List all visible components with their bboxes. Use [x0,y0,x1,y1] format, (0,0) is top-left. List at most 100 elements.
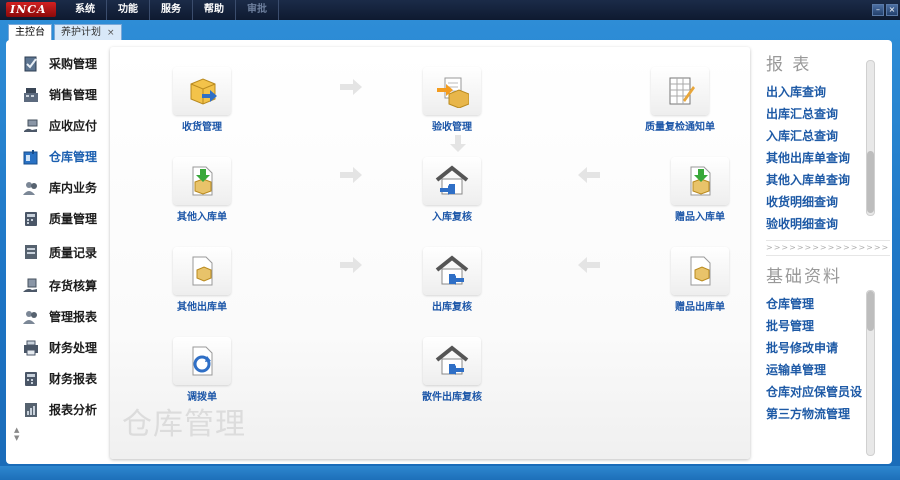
doc-out-icon [192,256,213,286]
transfer-button[interactable]: 调拨单 [152,337,252,403]
arrow-right-icon [340,167,362,183]
reports-scrollbar[interactable] [866,60,875,216]
status-bar [0,466,900,480]
gift-inbound-button[interactable]: 赠品入库单 [650,157,750,223]
arrow-down-icon [450,135,466,152]
scroll-up-icon[interactable]: ▲ [14,426,19,434]
tab-close-icon[interactable]: × [107,28,115,38]
sidebar-item-label: 财务报表 [49,372,98,386]
logo-text: INCA [10,3,47,16]
menu-bar: 系统 功能 服务 帮助 审批 [64,0,279,20]
scrollbar-thumb[interactable] [867,291,874,331]
basics-link[interactable]: 仓库对应保管员设 [766,381,872,403]
warehouse-lock-icon [23,149,38,164]
basics-link[interactable]: 批号修改申请 [766,337,872,359]
clipboard-check-icon [24,56,37,71]
tab-console[interactable]: 主控台 [8,24,52,41]
quality-recheck-notice-label: 质量复检通知单 [645,122,715,133]
sidebar-item-label: 质量管理 [49,212,98,226]
parts-outbound-review-label: 散件出库复核 [422,392,482,403]
menu-service[interactable]: 服务 [150,0,193,20]
finance-printer-icon [24,340,38,355]
tab-maintenance-plan[interactable]: 养护计划 × [54,24,122,41]
basics-title: 基础资料 [766,267,842,287]
box-arrow-icon [190,78,217,105]
scrollbar-thumb[interactable] [867,151,874,213]
arrow-right-icon [340,79,362,95]
money-hand-icon [24,119,38,132]
notice-sheet-icon [669,77,695,105]
outbound-review-button[interactable]: 出库复核 [402,247,502,313]
section-divider: >>>>>>>>>>>>>>>>>>>>>>> [766,240,890,256]
gift-inbound-label: 赠品入库单 [675,212,725,223]
sidebar-item-report-analysis[interactable]: 报表分析 [14,394,110,425]
sidebar-item-receivable-payable[interactable]: 应收应付 [14,110,110,141]
sidebar-item-label: 报表分析 [49,403,98,417]
receiving-button[interactable]: 收货管理 [152,67,252,133]
menu-system[interactable]: 系统 [64,0,107,20]
house-parts-icon [435,345,469,375]
report-link[interactable]: 验收明细查询 [766,213,884,235]
basics-link[interactable]: 第三方物流管理 [766,403,872,425]
sidebar-item-management-report[interactable]: 管理报表 [14,301,110,332]
sidebar-item-quality[interactable]: 质量管理 [14,203,110,234]
basics-link[interactable]: 仓库管理 [766,293,872,315]
basics-scrollbar[interactable] [866,290,875,456]
basics-link[interactable]: 运输单管理 [766,359,872,381]
sidebar-item-purchase[interactable]: 采购管理 [14,48,110,79]
quality-recheck-notice-button[interactable]: 质量复检通知单 [630,67,730,133]
other-outbound-button[interactable]: 其他出库单 [152,247,252,313]
sidebar-item-in-warehouse[interactable]: 库内业务 [14,172,110,203]
sidebar-item-label: 采购管理 [49,57,98,71]
minimize-button[interactable]: – [872,4,884,16]
arrow-left-icon [578,257,600,273]
close-button[interactable]: × [886,4,898,16]
sidebar-item-finance-report[interactable]: 财务报表 [14,363,110,394]
sidebar-item-sales[interactable]: 销售管理 [14,79,110,110]
cash-register-icon [24,87,38,102]
reports-title: 报 表 [766,55,812,75]
sidebar-item-label: 存货核算 [49,279,98,293]
menu-function[interactable]: 功能 [107,0,150,20]
finance-calculator-icon [25,371,37,386]
inbound-review-button[interactable]: 入库复核 [402,157,502,223]
warehouse-workflow-panel: 收货管理 验收管理 质量复检通知单 其他入库单 入库复核 赠品入库单 其他出库单 [110,47,750,459]
gift-in-icon [690,166,711,196]
inventory-hand-icon [23,278,37,292]
receiving-label: 收货管理 [182,122,222,133]
sidebar-item-quality-record[interactable]: 质量记录 [14,234,110,270]
menu-help[interactable]: 帮助 [193,0,236,20]
inspection-button[interactable]: 验收管理 [402,67,502,133]
sidebar-item-inventory-accounting[interactable]: 存货核算 [14,270,110,301]
inspection-icon [437,77,469,108]
parts-outbound-review-button[interactable]: 散件出库复核 [402,337,502,403]
tab-maintenance-plan-label: 养护计划 [61,27,101,38]
gift-outbound-button[interactable]: 赠品出库单 [650,247,750,313]
content-area: 采购管理 销售管理 应收应付 仓库管理 库内业务 质量管理 质量记录 存货核算 [6,40,892,464]
other-inbound-button[interactable]: 其他入库单 [152,157,252,223]
reports-list: 出入库查询 出库汇总查询 入库汇总查询 其他出库单查询 其他入库单查询 收货明细… [752,81,884,235]
sidebar-item-label: 质量记录 [49,245,98,260]
sidebar-item-finance-processing[interactable]: 财务处理 [14,332,110,363]
sidebar-item-label: 销售管理 [49,88,98,102]
sidebar-item-label: 应收应付 [49,119,98,133]
other-inbound-label: 其他入库单 [177,212,227,223]
other-outbound-label: 其他出库单 [177,302,227,313]
title-bar: INCA 系统 功能 服务 帮助 审批 – × [0,0,900,20]
sidebar-item-warehouse[interactable]: 仓库管理 [14,141,110,172]
arrow-right-icon [340,257,362,273]
arrow-left-icon [578,167,600,183]
quality-record-icon [25,245,37,259]
people-report-icon [23,310,37,324]
menu-approval: 审批 [236,0,279,20]
people-icon [23,181,37,195]
doc-in-icon [192,166,213,196]
house-review-icon [435,165,469,195]
gift-out-icon [690,256,711,286]
outbound-review-label: 出库复核 [432,302,472,313]
sidebar-item-label: 财务处理 [49,341,98,355]
basics-link[interactable]: 批号管理 [766,315,872,337]
tab-bar: 主控台 养护计划 × [8,24,124,41]
scroll-down-icon[interactable]: ▼ [14,434,19,442]
sidebar-item-label: 管理报表 [49,310,98,324]
